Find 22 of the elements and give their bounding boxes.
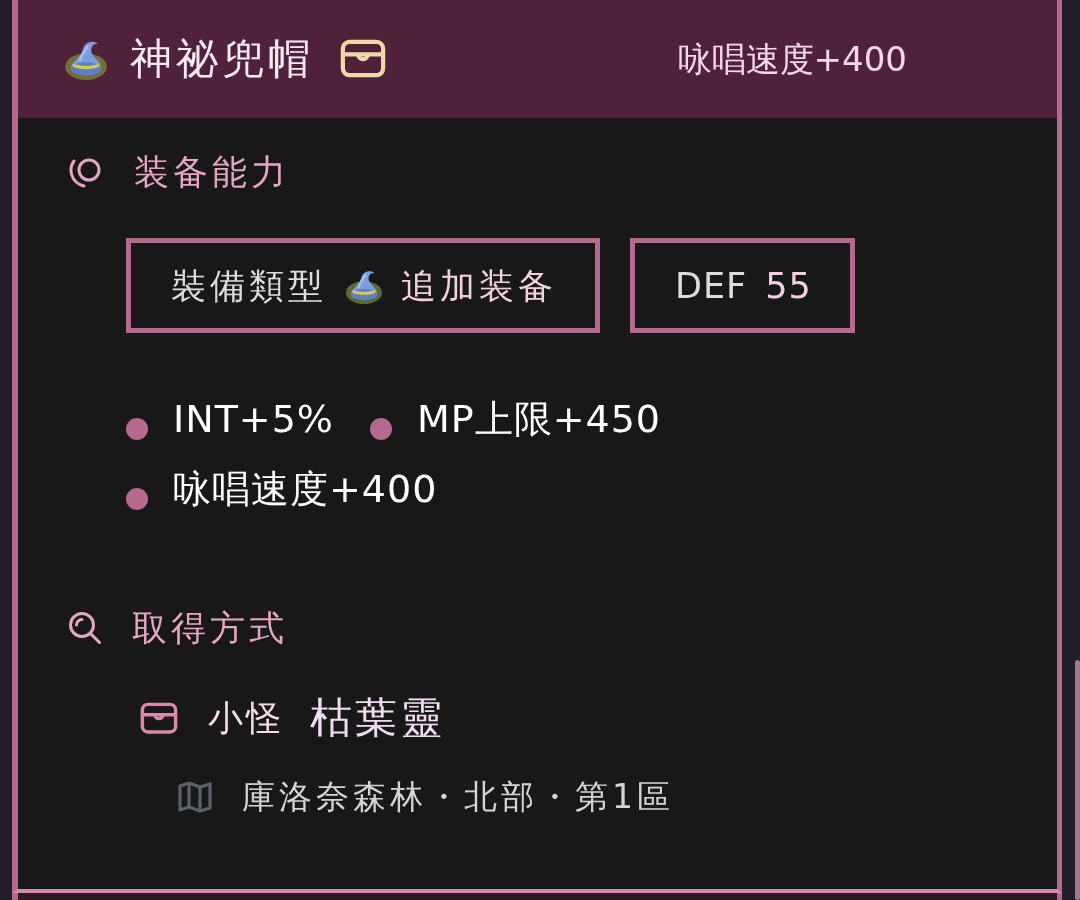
section-title: 装备能力 (134, 151, 290, 193)
equip-type-value: 追加装备 (401, 264, 557, 307)
defense-label: DEF (675, 264, 748, 307)
source-category: 小怪 (208, 697, 284, 739)
stat-text: 咏唱速度+400 (173, 467, 438, 513)
stat-text: INT+5% (173, 397, 334, 443)
monster-name: 枯葉靈 (310, 692, 445, 744)
defense-value: 55 (765, 264, 812, 307)
bullet-icon (126, 488, 148, 510)
chest-icon (140, 701, 178, 735)
stat-text: MP上限+450 (416, 397, 662, 443)
bullet-icon (369, 418, 392, 440)
bullet-icon (126, 418, 148, 440)
map-icon (178, 781, 212, 813)
item-name: 神祕兜帽 (130, 33, 314, 85)
item-effect: 咏唱速度+400 (677, 38, 907, 80)
scrollbar-thumb[interactable] (1075, 660, 1080, 900)
search-icon (68, 611, 102, 645)
equip-type-label: 裝備類型 (171, 264, 327, 307)
section-title: 取得方式 (132, 607, 288, 649)
chest-icon (340, 39, 386, 79)
location-text: 庫洛奈森林・北部・第1區 (242, 777, 674, 817)
